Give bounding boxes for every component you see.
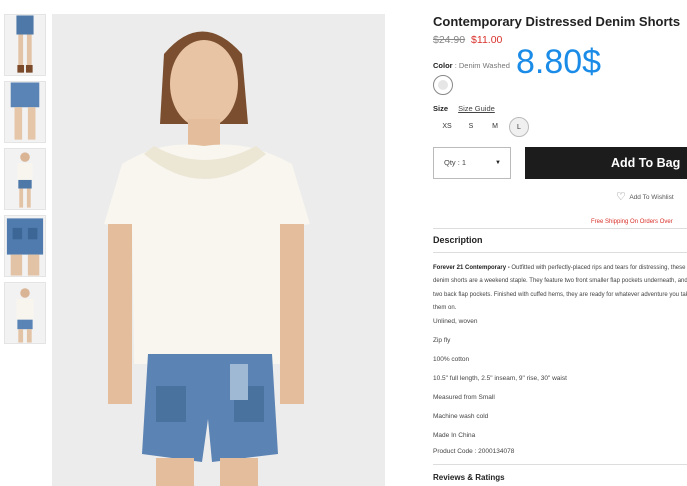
- sale-price: $11.00: [471, 34, 503, 46]
- thumbnail-1[interactable]: [4, 14, 46, 76]
- thumb-shorts-front-image: [5, 15, 45, 75]
- thumbnail-2[interactable]: [4, 81, 46, 143]
- size-row: Size Size Guide: [433, 104, 495, 113]
- description-line: Machine wash cold: [433, 413, 489, 420]
- thumb-outfit-image: [5, 149, 45, 209]
- size-option-m[interactable]: M: [485, 117, 505, 137]
- size-option-l[interactable]: L: [509, 117, 529, 137]
- size-option-xs[interactable]: XS: [437, 117, 457, 137]
- divider: [433, 464, 687, 465]
- product-title: Contemporary Distressed Denim Shorts: [433, 14, 681, 29]
- heart-icon: ♡: [616, 191, 626, 203]
- thumbnail-3[interactable]: [4, 148, 46, 210]
- description-brand: Forever 21 Contemporary -: [433, 265, 510, 271]
- color-row: Color : Denim Washed: [433, 61, 510, 70]
- free-shipping-link[interactable]: Free Shipping On Orders Over: [591, 219, 673, 225]
- color-label: Color: [433, 61, 453, 70]
- wishlist-label: Add To Wishlist: [629, 194, 674, 201]
- thumb-shorts-detail-image: [5, 216, 45, 276]
- add-to-bag-button[interactable]: Add To Bag: [525, 147, 687, 179]
- thumbnail-4[interactable]: [4, 215, 46, 277]
- model-image: [52, 14, 385, 486]
- color-separator: :: [454, 61, 457, 70]
- add-to-wishlist-link[interactable]: ♡ Add To Wishlist: [616, 190, 674, 203]
- description-paragraph: Forever 21 Contemporary - Outfitted with…: [433, 262, 687, 316]
- overlay-price: 8.80$: [516, 43, 602, 81]
- main-product-image[interactable]: [52, 14, 385, 486]
- quantity-select[interactable]: Qty : 1 ▼: [433, 147, 511, 179]
- description-line: Unlined, woven: [433, 318, 478, 325]
- product-code: Product Code : 2000134078: [433, 448, 515, 455]
- old-price: $24.90: [433, 34, 466, 46]
- description-line: Zip fly: [433, 337, 451, 344]
- size-label: Size: [433, 104, 449, 113]
- size-option-s[interactable]: S: [461, 117, 481, 137]
- color-value: Denim Washed: [458, 61, 510, 70]
- product-details: Contemporary Distressed Denim Shorts $24…: [433, 0, 687, 486]
- divider: [433, 252, 687, 253]
- size-guide-link[interactable]: Size Guide: [458, 104, 495, 113]
- reviews-heading[interactable]: Reviews & Ratings: [433, 473, 505, 482]
- quantity-value: Qty : 1: [444, 158, 467, 167]
- description-line: Measured from Small: [433, 394, 495, 401]
- price-row: $24.90 $11.00: [433, 34, 502, 46]
- description-line: Made In China: [433, 432, 476, 439]
- description-line: 100% cotton: [433, 356, 470, 363]
- thumbnail-5[interactable]: [4, 282, 46, 344]
- description-text: Outfitted with perfectly-placed rips and…: [433, 265, 687, 312]
- thumb-shorts-flat-image: [5, 283, 45, 343]
- divider: [433, 228, 687, 229]
- description-heading: Description: [433, 235, 483, 245]
- thumb-shorts-back-image: [5, 82, 45, 142]
- color-swatch[interactable]: [433, 75, 453, 95]
- chevron-down-icon: ▼: [495, 160, 501, 166]
- description-line: 10.5" full length, 2.5" inseam, 9" rise,…: [433, 375, 567, 382]
